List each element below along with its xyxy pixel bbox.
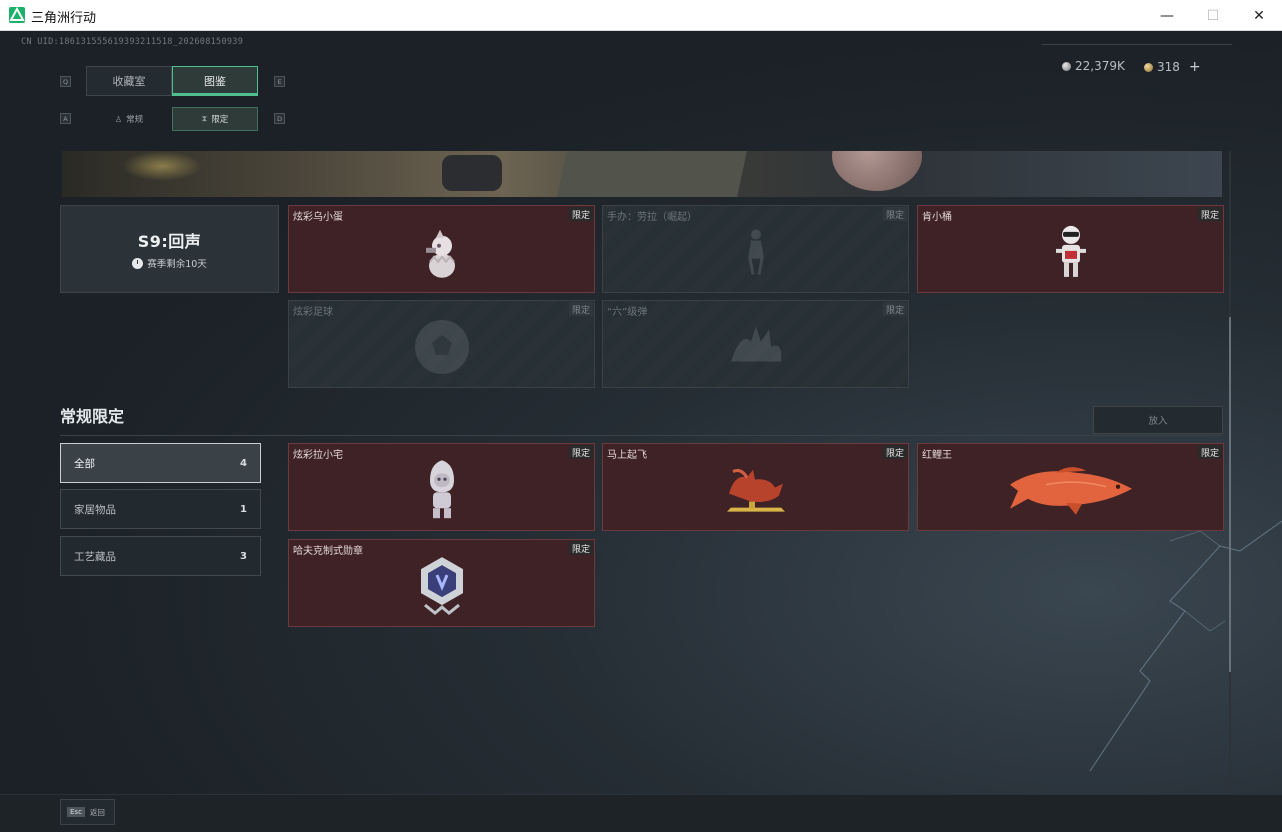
collectible-card[interactable]: 马上起飞 限定 [602, 443, 909, 531]
flying-horse-icon [726, 468, 785, 512]
collectible-card[interactable]: 肯小桶 限定 [917, 205, 1224, 293]
filter-all[interactable]: 全部 4 [60, 443, 261, 483]
tab-regular[interactable]: ♙ 常规 [86, 107, 172, 131]
limited-tag: 限定 [568, 541, 593, 555]
collectible-card[interactable]: 炫彩乌小蛋 限定 [288, 205, 595, 293]
limited-tag: 限定 [1197, 445, 1222, 459]
key-hint-e: E [274, 76, 285, 87]
filter-label: 工艺藏品 [74, 550, 116, 563]
limited-tag: 限定 [1197, 207, 1222, 221]
card-name: 手办：劳拉（崛起） [607, 212, 697, 223]
secondary-tabs: ♙ 常规 ⧗ 限定 [86, 107, 258, 131]
limited-tag: 限定 [882, 207, 907, 221]
card-name: 肯小桶 [922, 212, 952, 223]
limited-tag: 限定 [568, 445, 593, 459]
game-view: CN UID:18613155561939321151​8_2026081509… [0, 31, 1282, 832]
collectible-card[interactable]: “六”级弹 限定 [602, 300, 909, 388]
bottom-bar [0, 794, 1282, 832]
back-button[interactable]: Esc 返回 [60, 799, 115, 825]
card-name: 炫彩足球 [293, 307, 333, 318]
figurine-icon [747, 229, 764, 275]
silver-coin-icon [1062, 61, 1071, 71]
currency-silver-value: 22,379K [1075, 59, 1125, 73]
scrollbar-thumb[interactable] [1229, 317, 1231, 672]
window-titlebar: 三角洲行动 — ☐ ✕ [0, 0, 1282, 31]
football-icon [414, 320, 469, 374]
limited-tag: 限定 [882, 445, 907, 459]
red-carp-icon [1009, 467, 1132, 515]
collectible-card[interactable]: 哈夫克制式勋章 限定 [288, 539, 595, 627]
card-name: 马上起飞 [607, 450, 647, 461]
astronaut-figure-icon [429, 460, 454, 519]
key-hint-a: A [60, 113, 71, 124]
maximize-button[interactable]: ☐ [1190, 0, 1236, 31]
close-button[interactable]: ✕ [1236, 0, 1282, 31]
card-name: 红鲤王 [922, 450, 952, 461]
medal-icon [420, 557, 463, 616]
filter-label: 家居物品 [74, 503, 116, 516]
season-name: S9:回声 [137, 232, 202, 251]
gold-coin-icon [1144, 62, 1153, 72]
back-label: 返回 [89, 807, 105, 817]
minimize-button[interactable]: — [1144, 0, 1190, 31]
tab-regular-label: 常规 [126, 115, 144, 125]
card-name: “六”级弹 [607, 307, 648, 318]
clock-icon [132, 257, 144, 269]
window-title: 三角洲行动 [31, 11, 97, 26]
currency-gold: 318 + [1144, 59, 1201, 75]
limited-tag: 限定 [568, 207, 593, 221]
season-remaining: 赛季剩余10天 [132, 256, 207, 270]
limited-tag: 限定 [568, 302, 593, 316]
primary-tabs: 收藏室 图鉴 [86, 66, 258, 96]
filter-crafts[interactable]: 工艺藏品 3 [60, 536, 261, 576]
add-currency-button[interactable]: + [1189, 59, 1201, 75]
collectible-card[interactable]: 炫彩足球 限定 [288, 300, 595, 388]
card-name: 炫彩乌小蛋 [293, 212, 343, 223]
player-uid: CN UID:18613155561939321151​8_2026081509… [21, 37, 244, 47]
hand-gesture-icon [730, 326, 781, 362]
section-title: 常规限定 [60, 407, 125, 426]
key-hint-d: D [274, 113, 285, 124]
card-name: 哈夫克制式勋章 [293, 546, 363, 557]
limited-tag: 限定 [882, 302, 907, 316]
section-divider [60, 435, 1222, 436]
filter-label: 全部 [74, 457, 95, 470]
esc-key-hint: Esc [67, 807, 85, 817]
tab-catalog[interactable]: 图鉴 [172, 66, 258, 96]
collectible-card[interactable]: 手办：劳拉（崛起） 限定 [602, 205, 909, 293]
card-name: 炫彩拉小宅 [293, 450, 343, 461]
catalog-scroll-area[interactable]: S9:回声 赛季剩余10天 炫彩乌小蛋 限定 手办：劳拉（崛起） 限定 肯小桶 … [60, 151, 1225, 791]
currency-gold-value: 318 [1157, 60, 1180, 74]
season-panel: S9:回声 赛季剩余10天 [60, 205, 279, 293]
place-button[interactable]: 放入 [1093, 406, 1223, 434]
tab-collection-room[interactable]: 收藏室 [86, 66, 172, 96]
season-banner-image [62, 151, 1222, 197]
tab-limited-label: 限定 [211, 115, 229, 125]
egg-creature-icon [425, 229, 455, 278]
bucket-figure-icon [1055, 225, 1086, 277]
tab-limited[interactable]: ⧗ 限定 [172, 107, 258, 131]
season-remaining-text: 赛季剩余10天 [147, 259, 207, 270]
collectible-card[interactable]: 炫彩拉小宅 限定 [288, 443, 595, 531]
header-divider [1042, 44, 1232, 45]
figure-icon: ♙ [114, 114, 123, 124]
filter-count: 1 [240, 503, 247, 515]
collectible-card[interactable]: 红鲤王 限定 [917, 443, 1224, 531]
filter-count: 4 [240, 457, 247, 469]
currency-silver: 22,379K [1062, 59, 1125, 73]
filter-count: 3 [240, 550, 247, 562]
scrollbar[interactable] [1229, 151, 1231, 791]
hourglass-icon: ⧗ [201, 114, 208, 123]
filter-home-items[interactable]: 家居物品 1 [60, 489, 261, 529]
key-hint-q: Q [60, 76, 71, 87]
delta-force-logo-icon [9, 7, 25, 23]
